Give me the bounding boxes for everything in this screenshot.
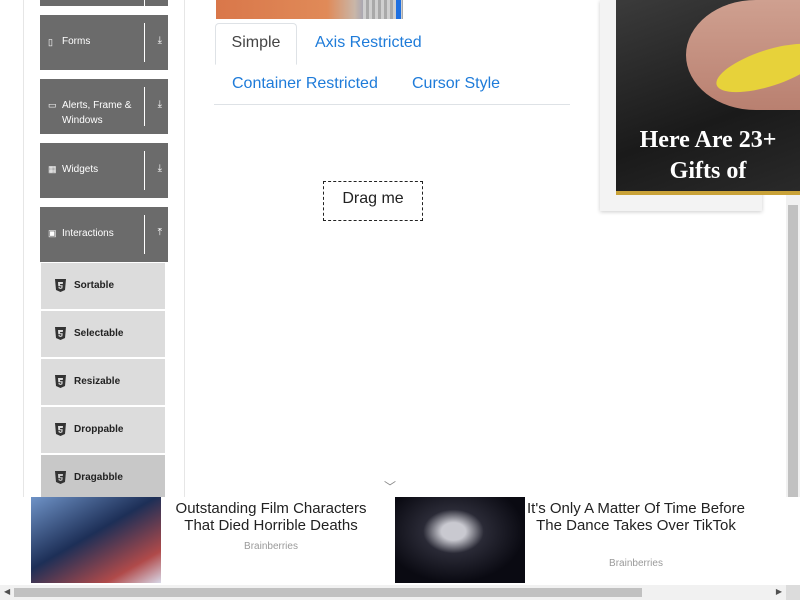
group-label: Forms [62,36,91,47]
ad-source-film: Brainberries [244,541,298,552]
ad-image-film[interactable] [31,497,161,583]
expand-arrow-icon[interactable]: ⤓ [158,163,162,174]
side-ad-headline[interactable]: Here Are 23+ Gifts of [616,125,800,187]
tab-axis-restricted[interactable]: Axis Restricted [315,34,422,52]
item-label: Droppable [74,424,124,435]
scroll-left-arrow-icon[interactable]: ◀ [4,587,10,596]
group-label: Interactions [62,228,114,239]
bottom-ad-bar: Outstanding Film Characters That Died Ho… [0,497,800,585]
grid-icon: ▦ [48,164,57,174]
side-ad-line1: Here Are 23+ [639,127,777,153]
sidebar-item-dragabble[interactable]: Dragabble [41,455,165,503]
banner-image [216,0,403,19]
banner-edge [396,0,401,19]
item-label: Dragabble [74,472,123,483]
item-label: Sortable [74,280,115,291]
html5-icon [55,375,66,388]
sidebar-group-elements[interactable] [40,0,168,6]
group-separator [144,87,145,126]
item-label: Resizable [74,376,121,387]
ad-image-dance[interactable] [395,497,525,583]
tab-simple[interactable]: Simple [215,23,297,65]
scrollbar-corner [786,585,800,600]
ad-title-film[interactable]: Outstanding Film Characters That Died Ho… [168,500,374,534]
group-separator [144,151,145,190]
sidebar-group-alerts[interactable]: ▭ Alerts, Frame & Windows ⤓ [40,79,168,134]
chevron-down-icon[interactable]: ﹀ [384,478,396,495]
html5-icon [55,423,66,436]
item-label: Selectable [74,328,124,339]
expand-arrow-icon[interactable]: ⤓ [158,99,162,110]
html5-icon [55,471,66,484]
tabs-divider [214,104,570,105]
group-separator [144,23,145,62]
sidebar-item-resizable[interactable]: Resizable [41,359,165,407]
left-panel-border [23,0,24,540]
sidebar-item-droppable[interactable]: Droppable [41,407,165,455]
collapse-arrow-icon[interactable]: ⤒ [158,227,162,238]
group-separator [144,0,145,6]
horizontal-scrollbar[interactable]: ◀ ▶ [0,585,786,600]
sidebar-group-forms[interactable]: ▯ Forms ⤓ [40,15,168,70]
ad-title-dance[interactable]: It's Only A Matter Of Time Before The Da… [526,500,746,534]
ad-source-dance: Brainberries [609,558,663,569]
html5-icon [55,279,66,292]
form-icon: ▯ [48,37,53,47]
group-label: Alerts, Frame & Windows [62,100,132,126]
expand-arrow-icon[interactable]: ⤓ [158,35,162,46]
left-panel-divider [184,0,185,540]
drag-me-box[interactable]: Drag me [323,181,423,221]
group-label: Widgets [62,164,99,175]
group-separator [144,215,145,254]
sidebar-group-interactions[interactable]: ▣ Interactions ⤒ [40,207,168,262]
side-ad-line2: Gifts of [669,158,747,184]
sidebar-item-sortable[interactable]: Sortable [41,263,165,311]
sidebar-item-selectable[interactable]: Selectable [41,311,165,359]
scroll-right-arrow-icon[interactable]: ▶ [776,587,782,596]
collapse-icon: ▣ [48,228,57,238]
ad-gold-strip [616,191,800,195]
horizontal-scroll-thumb[interactable] [14,588,642,597]
tab-cursor-style[interactable]: Cursor Style [412,75,500,93]
sidebar-group-widgets[interactable]: ▦ Widgets ⤓ [40,143,168,198]
html5-icon [55,327,66,340]
window-icon: ▭ [48,100,57,110]
tab-container-restricted[interactable]: Container Restricted [232,75,378,93]
